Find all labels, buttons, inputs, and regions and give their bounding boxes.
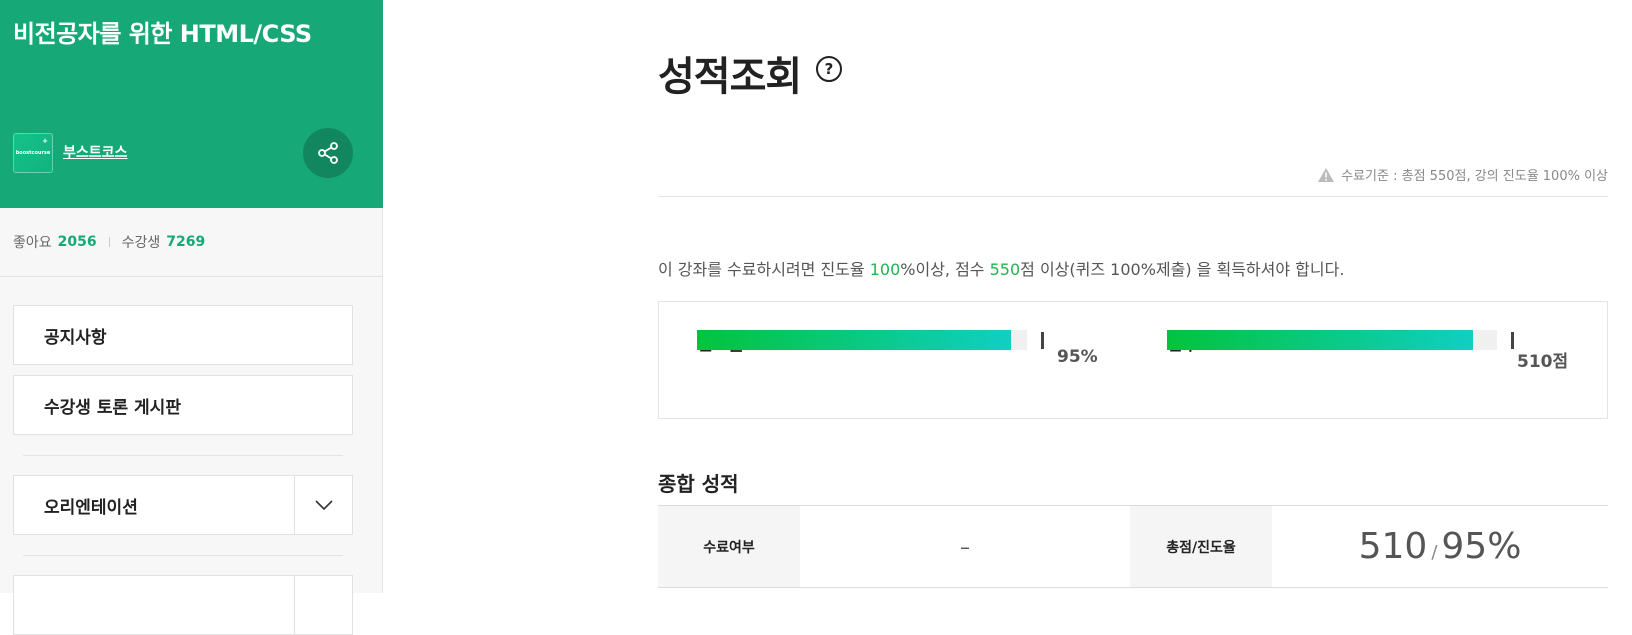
stats-separator <box>108 237 110 247</box>
completion-status-value: – <box>960 534 970 559</box>
menu-item-notice[interactable]: 공지사항 <box>13 305 353 365</box>
criteria-text: 수료기준 : 총점 550점, 강의 진도율 100% 이상 <box>1341 169 1608 184</box>
expand-toggle[interactable] <box>294 576 352 634</box>
completion-notice: 이 강좌를 수료하시려면 진도율 100%이상, 점수 550점 이상(퀴즈 1… <box>658 256 1344 280</box>
provider-logo[interactable]: + boostcourse <box>13 133 53 173</box>
summary-table: 수료여부 – 총점/진도율 510 / 95% <box>658 505 1608 588</box>
progress-bar <box>697 330 1044 350</box>
menu-item-discussion-board[interactable]: 수강생 토론 게시판 <box>13 375 353 435</box>
progress-bar-fill <box>697 330 1011 350</box>
value-separator: / <box>1431 542 1438 563</box>
help-icon[interactable]: ? <box>816 56 842 82</box>
notice-score-target: 550 <box>989 260 1021 279</box>
page-title: 성적조회 <box>658 54 802 100</box>
menu-item-label: 오리엔테이션 <box>44 497 138 518</box>
completion-criteria: 수료기준 : 총점 550점, 강의 진도율 100% 이상 <box>1318 165 1608 184</box>
total-progress: 95% <box>1441 526 1522 567</box>
students-label: 수강생 <box>121 235 161 251</box>
share-icon <box>318 142 338 164</box>
menu-divider <box>23 555 343 556</box>
total-score: 510 <box>1358 526 1428 567</box>
menu-item-label: 수강생 토론 게시판 <box>44 397 181 418</box>
notice-text: 점 이상(퀴즈 100%제출) 을 획득하셔야 합니다. <box>1020 260 1345 279</box>
provider-name-link[interactable]: 부스트코스 <box>63 142 127 162</box>
course-header: 비전공자를 위한 HTML/CSS + boostcourse 부스트코스 <box>0 0 383 208</box>
share-button[interactable] <box>303 128 353 178</box>
chevron-down-icon <box>314 500 333 510</box>
menu-item-label: 공지사항 <box>44 327 107 348</box>
main-divider <box>658 196 1608 197</box>
menu-item-orientation[interactable]: 오리엔테이션 <box>13 475 353 535</box>
notice-text: %이상, 점수 <box>900 260 990 279</box>
warning-icon <box>1318 167 1335 182</box>
menu-divider <box>23 455 343 456</box>
students-count: 7269 <box>166 234 206 250</box>
course-title: 비전공자를 위한 HTML/CSS <box>13 20 312 48</box>
likes-count: 2056 <box>57 234 97 250</box>
score-target-marker <box>1511 332 1514 349</box>
provider-logo-text: boostcourse <box>15 150 51 156</box>
score-value: 510점 <box>1517 352 1569 372</box>
course-stats: 좋아요 2056 수강생 7269 <box>0 208 383 277</box>
logo-plus-icon: + <box>42 137 48 145</box>
notice-progress-target: 100 <box>869 260 901 279</box>
likes-label: 좋아요 <box>13 235 52 251</box>
notice-text: 이 강좌를 수료하시려면 진도율 <box>658 260 870 279</box>
progress-target-marker <box>1041 332 1044 349</box>
section-title-summary: 종합 성적 <box>658 472 739 496</box>
menu-item-next[interactable] <box>13 575 353 635</box>
score-bar <box>1167 330 1514 350</box>
progress-value: 95% <box>1057 347 1098 367</box>
sidebar: 비전공자를 위한 HTML/CSS + boostcourse 부스트코스 좋아… <box>0 0 383 635</box>
expand-toggle[interactable] <box>294 476 352 534</box>
total-score-progress-value: 510 / 95% <box>1272 506 1608 587</box>
progress-summary-box: 진도율 95% 점수 510점 <box>658 301 1608 419</box>
completion-status-label: 수료여부 <box>658 506 800 587</box>
score-bar-fill <box>1167 330 1473 350</box>
total-score-progress-label: 총점/진도율 <box>1130 506 1272 587</box>
